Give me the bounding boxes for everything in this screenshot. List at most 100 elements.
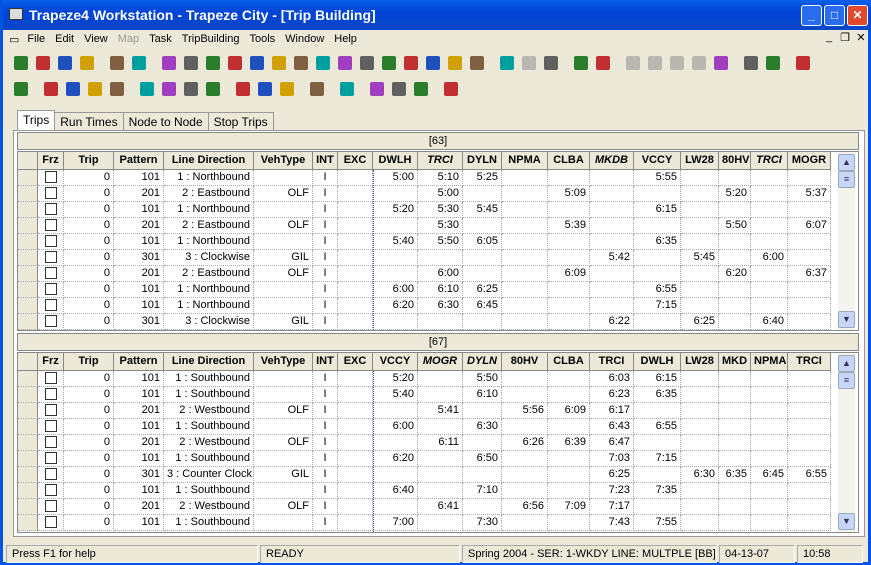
- cell-dyln[interactable]: 6:05: [463, 234, 502, 250]
- cell-pattern[interactable]: 201: [114, 499, 164, 515]
- cell-exc[interactable]: [338, 186, 373, 202]
- cell-pattern[interactable]: 201: [114, 435, 164, 451]
- cell-trci[interactable]: 6:00: [418, 266, 463, 282]
- cell-mkd[interactable]: [719, 515, 751, 531]
- cell-lw28[interactable]: 6:25: [681, 314, 719, 330]
- row-selector[interactable]: [18, 282, 38, 298]
- cell-80hv[interactable]: [719, 314, 751, 330]
- cell-trci[interactable]: 6:40: [751, 314, 788, 330]
- cell-dyln[interactable]: 5:25: [463, 170, 502, 186]
- frz-checkbox[interactable]: [44, 187, 57, 199]
- cell-lw28[interactable]: [681, 282, 719, 298]
- cell-line-direction[interactable]: 1 : Southbound: [164, 451, 254, 467]
- cell-clba[interactable]: [548, 419, 590, 435]
- cell-trci[interactable]: [788, 403, 831, 419]
- row-selector[interactable]: [18, 202, 38, 218]
- cell-vehtype[interactable]: GIL: [254, 314, 313, 330]
- cell-pattern[interactable]: 201: [114, 186, 164, 202]
- minimize-button[interactable]: _: [801, 5, 822, 26]
- cell-vehtype[interactable]: [254, 298, 313, 314]
- cell-mogr[interactable]: 5:37: [788, 186, 831, 202]
- cell-line-direction[interactable]: 1 : Northbound: [164, 234, 254, 250]
- cell-trci[interactable]: 6:25: [590, 467, 634, 483]
- cell-trip[interactable]: 0: [64, 371, 114, 387]
- cell-mogr[interactable]: [418, 483, 463, 499]
- row-selector[interactable]: [18, 387, 38, 403]
- frz-checkbox[interactable]: [44, 203, 57, 215]
- cell-trci[interactable]: [751, 218, 788, 234]
- cell-pattern[interactable]: 101: [114, 387, 164, 403]
- pointer-button[interactable]: [367, 79, 387, 99]
- menu-tripbuilding[interactable]: TripBuilding: [177, 33, 245, 45]
- column-header-int[interactable]: INT: [313, 152, 338, 170]
- cell-line-direction[interactable]: 1 : Southbound: [164, 419, 254, 435]
- cell-line-direction[interactable]: 1 : Northbound: [164, 202, 254, 218]
- mdi-minimize-button[interactable]: _: [821, 31, 837, 43]
- cell-trci[interactable]: 6:17: [590, 403, 634, 419]
- frz-checkbox[interactable]: [44, 315, 57, 327]
- cell-vccy[interactable]: 7:15: [634, 298, 681, 314]
- cell-npma[interactable]: [502, 202, 548, 218]
- cell-trci[interactable]: 7:43: [590, 515, 634, 531]
- cell-pattern[interactable]: 101: [114, 515, 164, 531]
- frz-checkbox[interactable]: [44, 235, 57, 247]
- row-selector[interactable]: [18, 499, 38, 515]
- cell-npma[interactable]: [751, 499, 788, 515]
- table-row[interactable]: 0 101 1 : Southbound I 5:40 6:10 6:23 6:35: [18, 387, 840, 403]
- cell-80hv[interactable]: [719, 234, 751, 250]
- cell-vehtype[interactable]: [254, 170, 313, 186]
- cell-trci[interactable]: [788, 371, 831, 387]
- cell-int[interactable]: I: [313, 371, 338, 387]
- cell-vccy[interactable]: 5:40: [373, 387, 418, 403]
- cell-vccy[interactable]: [373, 467, 418, 483]
- cell-int[interactable]: I: [313, 218, 338, 234]
- cell-trci[interactable]: 5:10: [418, 170, 463, 186]
- cell-pattern[interactable]: 301: [114, 314, 164, 330]
- cell-pattern[interactable]: 201: [114, 218, 164, 234]
- row-selector[interactable]: [18, 250, 38, 266]
- cell-clba[interactable]: 6:09: [548, 266, 590, 282]
- cell-line-direction[interactable]: 2 : Westbound: [164, 403, 254, 419]
- cell-vehtype[interactable]: OLF: [254, 499, 313, 515]
- table-row[interactable]: 0 201 2 : Eastbound OLF I 6:00 6:09 6:20 6:37: [18, 266, 840, 282]
- cell-clba[interactable]: [548, 467, 590, 483]
- cell-npma[interactable]: [751, 451, 788, 467]
- cell-pattern[interactable]: 301: [114, 250, 164, 266]
- cell-exc[interactable]: [338, 515, 373, 531]
- column-header-vccy[interactable]: VCCY: [634, 152, 681, 170]
- globe-button[interactable]: [11, 53, 31, 73]
- table-row[interactable]: 0 101 1 : Southbound I 7:00 7:30 7:43 7:55: [18, 515, 840, 531]
- column-header-frz[interactable]: Frz: [38, 353, 64, 371]
- row-selector[interactable]: [18, 266, 38, 282]
- cell-mkd[interactable]: [719, 419, 751, 435]
- copy-button[interactable]: [277, 79, 297, 99]
- cell-80hv[interactable]: [719, 298, 751, 314]
- cell-mkdb[interactable]: 5:42: [590, 250, 634, 266]
- mdi-close-button[interactable]: ✕: [853, 31, 869, 44]
- cell-int[interactable]: I: [313, 266, 338, 282]
- cell-80hv[interactable]: 5:20: [719, 186, 751, 202]
- column-header-mkd[interactable]: MKD: [719, 353, 751, 371]
- cell-lw28[interactable]: [681, 218, 719, 234]
- cell-npma[interactable]: [751, 515, 788, 531]
- save-button[interactable]: [159, 79, 179, 99]
- cell-dwlh[interactable]: [373, 218, 418, 234]
- cell-dyln[interactable]: 5:50: [463, 371, 502, 387]
- row-selector[interactable]: [18, 515, 38, 531]
- menu-edit[interactable]: Edit: [50, 33, 79, 45]
- row-selector[interactable]: [18, 467, 38, 483]
- cell-dwlh[interactable]: 5:40: [373, 234, 418, 250]
- cell-pattern[interactable]: 101: [114, 202, 164, 218]
- cell-pattern[interactable]: 101: [114, 483, 164, 499]
- cell-trci[interactable]: [751, 202, 788, 218]
- cell-mkd[interactable]: [719, 435, 751, 451]
- cell-npma[interactable]: [502, 186, 548, 202]
- column-header-trci[interactable]: TRCI: [418, 152, 463, 170]
- cell-line-direction[interactable]: 2 : Westbound: [164, 499, 254, 515]
- table-row[interactable]: 0 101 1 : Northbound I 6:00 6:10 6:25 6:55: [18, 282, 840, 298]
- cell-vehtype[interactable]: [254, 202, 313, 218]
- cell-mkd[interactable]: [719, 403, 751, 419]
- row-selector[interactable]: [18, 218, 38, 234]
- cell-mogr[interactable]: [418, 515, 463, 531]
- globe-network-button[interactable]: [33, 53, 53, 73]
